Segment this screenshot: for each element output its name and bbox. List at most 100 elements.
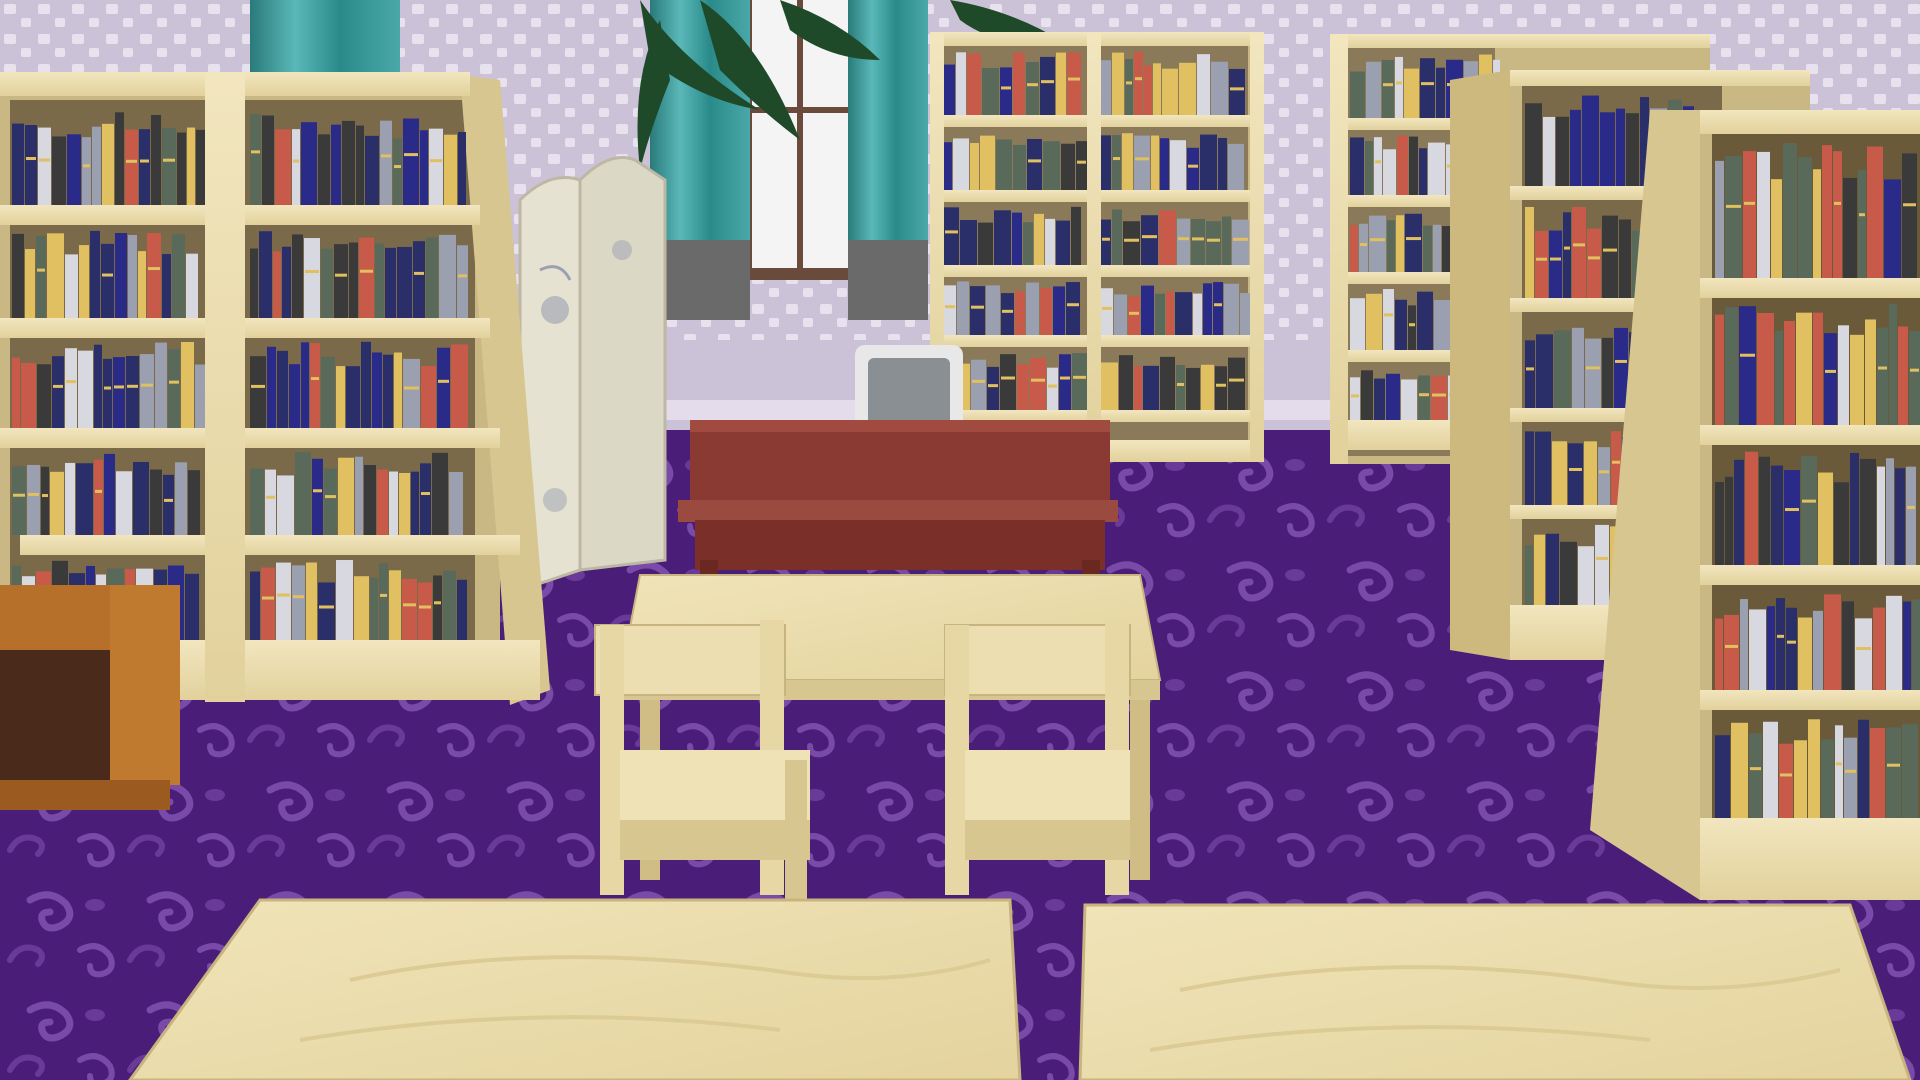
book-band bbox=[1214, 303, 1222, 307]
book-spine bbox=[1034, 213, 1044, 265]
book-spine bbox=[1071, 206, 1081, 265]
book-spine bbox=[1535, 230, 1548, 298]
book-spine bbox=[457, 579, 467, 640]
book-band bbox=[972, 379, 985, 383]
book-band bbox=[1903, 203, 1916, 207]
book-band bbox=[126, 159, 137, 163]
book-spine bbox=[1877, 466, 1885, 565]
book-spine bbox=[1170, 140, 1186, 190]
book-spine bbox=[1143, 365, 1159, 410]
book-band bbox=[1001, 86, 1011, 90]
book-spine bbox=[457, 245, 468, 318]
book-band bbox=[1177, 382, 1184, 386]
book-spine bbox=[349, 242, 358, 318]
book-band bbox=[1859, 213, 1865, 217]
book-spine bbox=[181, 342, 194, 428]
book-spine bbox=[354, 576, 369, 640]
book-spine bbox=[1626, 113, 1639, 186]
book-spine bbox=[312, 458, 323, 535]
book-band bbox=[1569, 467, 1582, 471]
book-spine bbox=[151, 114, 161, 205]
book-spine bbox=[1600, 112, 1615, 186]
book-spine bbox=[429, 128, 443, 205]
reception-desk[interactable] bbox=[678, 420, 1118, 580]
study-table-front-left[interactable] bbox=[128, 898, 1022, 1080]
book-band bbox=[1188, 164, 1198, 168]
book-spine bbox=[92, 126, 101, 205]
book-spine bbox=[1119, 355, 1133, 410]
book-spine bbox=[980, 135, 995, 190]
book-spine bbox=[1602, 337, 1613, 408]
book-spine bbox=[1798, 617, 1812, 690]
book-spine bbox=[1023, 222, 1033, 265]
bookshelf-back-center-double[interactable] bbox=[930, 32, 1264, 462]
book-spine bbox=[1784, 320, 1795, 425]
book-spine bbox=[1193, 293, 1202, 335]
book-spine bbox=[1056, 52, 1066, 115]
wooden-chair-left[interactable] bbox=[594, 620, 810, 900]
book-band bbox=[1785, 508, 1799, 512]
book-spine bbox=[1397, 135, 1408, 195]
game-scene[interactable] bbox=[0, 0, 1920, 1080]
book-spine bbox=[1179, 62, 1196, 115]
book-band bbox=[1612, 460, 1620, 464]
book-spine bbox=[1045, 218, 1055, 265]
book-spine bbox=[103, 358, 112, 428]
book-band bbox=[266, 495, 275, 499]
book-band bbox=[1750, 767, 1761, 771]
book-spine bbox=[50, 471, 64, 535]
book-spine bbox=[1428, 142, 1445, 195]
book-band bbox=[1780, 773, 1792, 777]
book-spine bbox=[944, 142, 952, 190]
book-spine bbox=[310, 343, 320, 428]
wooden-chair-right[interactable] bbox=[944, 620, 1131, 895]
book-band bbox=[945, 305, 955, 309]
book-band bbox=[1856, 647, 1871, 651]
book-spine bbox=[331, 124, 341, 205]
book-band bbox=[1573, 243, 1585, 247]
sofa-left[interactable] bbox=[0, 585, 180, 810]
book-spine bbox=[12, 466, 26, 535]
book-spine bbox=[1030, 357, 1046, 410]
book-band bbox=[1836, 762, 1842, 766]
book-spine bbox=[1813, 169, 1821, 278]
book-band bbox=[141, 383, 153, 387]
book-band bbox=[104, 386, 111, 390]
book-spine bbox=[944, 285, 956, 335]
book-spine bbox=[289, 364, 300, 428]
book-spine bbox=[177, 132, 186, 205]
book-spine bbox=[1203, 283, 1212, 335]
folding-screen[interactable] bbox=[518, 156, 667, 593]
book-spine bbox=[1166, 291, 1174, 335]
book-spine bbox=[1114, 294, 1127, 335]
book-band bbox=[163, 158, 175, 162]
book-spine bbox=[1350, 225, 1358, 272]
book-band bbox=[1887, 763, 1900, 767]
book-spine bbox=[1572, 206, 1586, 298]
book-spine bbox=[1155, 293, 1165, 335]
book-spine bbox=[385, 247, 396, 318]
book-spine bbox=[1001, 293, 1014, 335]
book-spine bbox=[1582, 95, 1599, 186]
book-band bbox=[1744, 201, 1755, 205]
book-spine bbox=[295, 452, 311, 535]
book-spine bbox=[1584, 441, 1597, 505]
book-spine bbox=[1595, 524, 1609, 605]
book-spine bbox=[1838, 325, 1849, 425]
book-spine bbox=[1026, 61, 1039, 115]
game-viewport[interactable] bbox=[0, 0, 1920, 1080]
book-spine bbox=[1374, 378, 1385, 420]
book-spine bbox=[1067, 52, 1081, 115]
book-band bbox=[1102, 237, 1110, 241]
book-band bbox=[403, 603, 416, 607]
book-spine bbox=[1850, 452, 1859, 565]
book-spine bbox=[1525, 206, 1534, 298]
book-spine bbox=[101, 243, 114, 318]
book-spine bbox=[250, 571, 260, 640]
book-spine bbox=[403, 118, 419, 205]
study-table-front-right[interactable] bbox=[1078, 903, 1912, 1080]
book-spine bbox=[1366, 61, 1381, 118]
book-spine bbox=[1734, 459, 1744, 565]
book-band bbox=[1180, 83, 1195, 87]
book-spine bbox=[1536, 334, 1553, 408]
